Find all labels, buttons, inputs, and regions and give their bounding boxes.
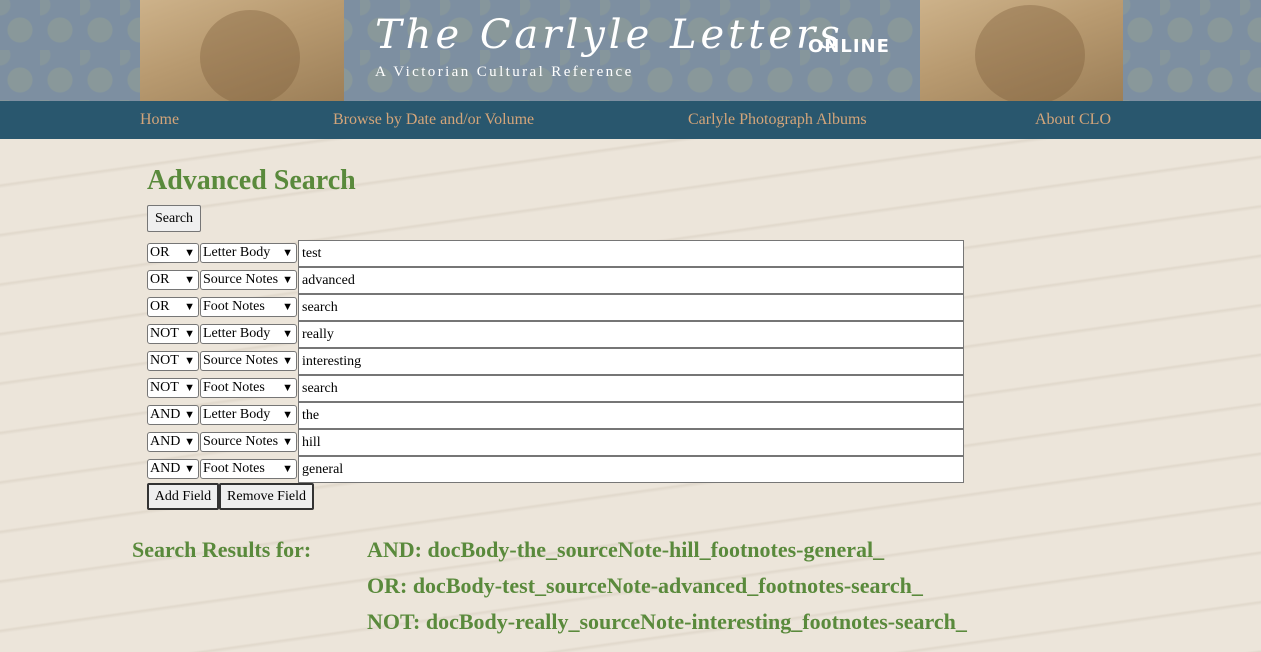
chevron-down-icon: ▼: [184, 382, 195, 394]
search-term-input[interactable]: the: [298, 402, 964, 429]
search-term-input[interactable]: general: [298, 456, 964, 483]
field-value: Foot Notes: [203, 299, 265, 314]
search-row: OR ▼ Letter Body ▼ test: [147, 240, 964, 267]
operator-select[interactable]: AND ▼: [147, 405, 199, 425]
nav-photo-albums[interactable]: Carlyle Photograph Albums: [688, 111, 867, 129]
field-select[interactable]: Letter Body ▼: [200, 243, 297, 263]
site-title-online: ONLINE: [808, 36, 890, 57]
page-title: Advanced Search: [147, 165, 356, 196]
results-label: Search Results for:: [132, 537, 312, 562]
search-term-input[interactable]: interesting: [298, 348, 964, 375]
results-or-line: OR: docBody-test_sourceNote-advanced_foo…: [367, 573, 923, 598]
field-select[interactable]: Letter Body ▼: [200, 405, 297, 425]
search-term-input[interactable]: advanced: [298, 267, 964, 294]
field-select[interactable]: Source Notes ▼: [200, 270, 297, 290]
field-value: Source Notes: [203, 434, 279, 449]
field-select[interactable]: Source Notes ▼: [200, 432, 297, 452]
operator-select[interactable]: NOT ▼: [147, 351, 199, 371]
search-row: NOT ▼ Foot Notes ▼ search: [147, 375, 964, 402]
search-row: AND ▼ Letter Body ▼ the: [147, 402, 964, 429]
chevron-down-icon: ▼: [282, 382, 293, 394]
search-term-input[interactable]: search: [298, 375, 964, 402]
chevron-down-icon: ▼: [282, 274, 293, 286]
chevron-down-icon: ▼: [184, 436, 195, 448]
search-button[interactable]: Search: [147, 205, 201, 232]
field-value: Letter Body: [203, 245, 271, 260]
chevron-down-icon: ▼: [184, 247, 195, 259]
field-value: Source Notes: [203, 353, 279, 368]
search-term-input[interactable]: really: [298, 321, 964, 348]
operator-select[interactable]: AND ▼: [147, 459, 199, 479]
field-select[interactable]: Foot Notes ▼: [200, 378, 297, 398]
operator-select[interactable]: NOT ▼: [147, 378, 199, 398]
operator-select[interactable]: OR ▼: [147, 243, 199, 263]
site-subtitle: A Victorian Cultural Reference: [375, 64, 634, 80]
search-row: NOT ▼ Source Notes ▼ interesting: [147, 348, 964, 375]
field-value: Letter Body: [203, 326, 271, 341]
search-row: OR ▼ Foot Notes ▼ search: [147, 294, 964, 321]
field-value: Source Notes: [203, 272, 279, 287]
chevron-down-icon: ▼: [282, 355, 293, 367]
chevron-down-icon: ▼: [282, 436, 293, 448]
chevron-down-icon: ▼: [282, 328, 293, 340]
search-term-input[interactable]: search: [298, 294, 964, 321]
nav-home[interactable]: Home: [140, 111, 179, 129]
chevron-down-icon: ▼: [184, 355, 195, 367]
operator-value: OR: [150, 245, 170, 260]
results-not-line: NOT: docBody-really_sourceNote-interesti…: [367, 609, 967, 634]
chevron-down-icon: ▼: [184, 328, 195, 340]
site-banner: The Carlyle Letters ONLINE A Victorian C…: [0, 0, 1261, 101]
chevron-down-icon: ▼: [282, 463, 293, 475]
search-term-input[interactable]: hill: [298, 429, 964, 456]
field-value: Letter Body: [203, 407, 271, 422]
operator-value: AND: [150, 407, 181, 422]
operator-select[interactable]: OR ▼: [147, 297, 199, 317]
chevron-down-icon: ▼: [282, 409, 293, 421]
field-select[interactable]: Letter Body ▼: [200, 324, 297, 344]
operator-value: OR: [150, 272, 170, 287]
search-row: AND ▼ Foot Notes ▼ general: [147, 456, 964, 483]
operator-select[interactable]: AND ▼: [147, 432, 199, 452]
portrait-thomas-carlyle: [140, 0, 344, 101]
operator-value: NOT: [150, 380, 179, 395]
field-select[interactable]: Source Notes ▼: [200, 351, 297, 371]
operator-select[interactable]: OR ▼: [147, 270, 199, 290]
field-value: Foot Notes: [203, 380, 265, 395]
remove-field-button[interactable]: Remove Field: [219, 483, 314, 510]
search-term-input[interactable]: test: [298, 240, 964, 267]
chevron-down-icon: ▼: [184, 463, 195, 475]
operator-value: NOT: [150, 353, 179, 368]
search-row: AND ▼ Source Notes ▼ hill: [147, 429, 964, 456]
chevron-down-icon: ▼: [282, 301, 293, 313]
operator-value: AND: [150, 434, 181, 449]
nav-browse[interactable]: Browse by Date and/or Volume: [333, 111, 534, 129]
search-row: OR ▼ Source Notes ▼ advanced: [147, 267, 964, 294]
operator-value: AND: [150, 461, 181, 476]
operator-value: NOT: [150, 326, 179, 341]
field-select[interactable]: Foot Notes ▼: [200, 297, 297, 317]
chevron-down-icon: ▼: [184, 274, 195, 286]
field-select[interactable]: Foot Notes ▼: [200, 459, 297, 479]
chevron-down-icon: ▼: [282, 247, 293, 259]
operator-select[interactable]: NOT ▼: [147, 324, 199, 344]
nav-about[interactable]: About CLO: [1035, 111, 1111, 129]
field-value: Foot Notes: [203, 461, 265, 476]
operator-value: OR: [150, 299, 170, 314]
site-title[interactable]: The Carlyle Letters: [375, 12, 844, 58]
results-and-line: AND: docBody-the_sourceNote-hill_footnot…: [367, 537, 885, 562]
chevron-down-icon: ▼: [184, 409, 195, 421]
add-field-button[interactable]: Add Field: [147, 483, 219, 510]
portrait-jane-carlyle: [920, 0, 1123, 101]
search-row: NOT ▼ Letter Body ▼ really: [147, 321, 964, 348]
chevron-down-icon: ▼: [184, 301, 195, 313]
main-nav: Home Browse by Date and/or Volume Carlyl…: [0, 101, 1261, 139]
